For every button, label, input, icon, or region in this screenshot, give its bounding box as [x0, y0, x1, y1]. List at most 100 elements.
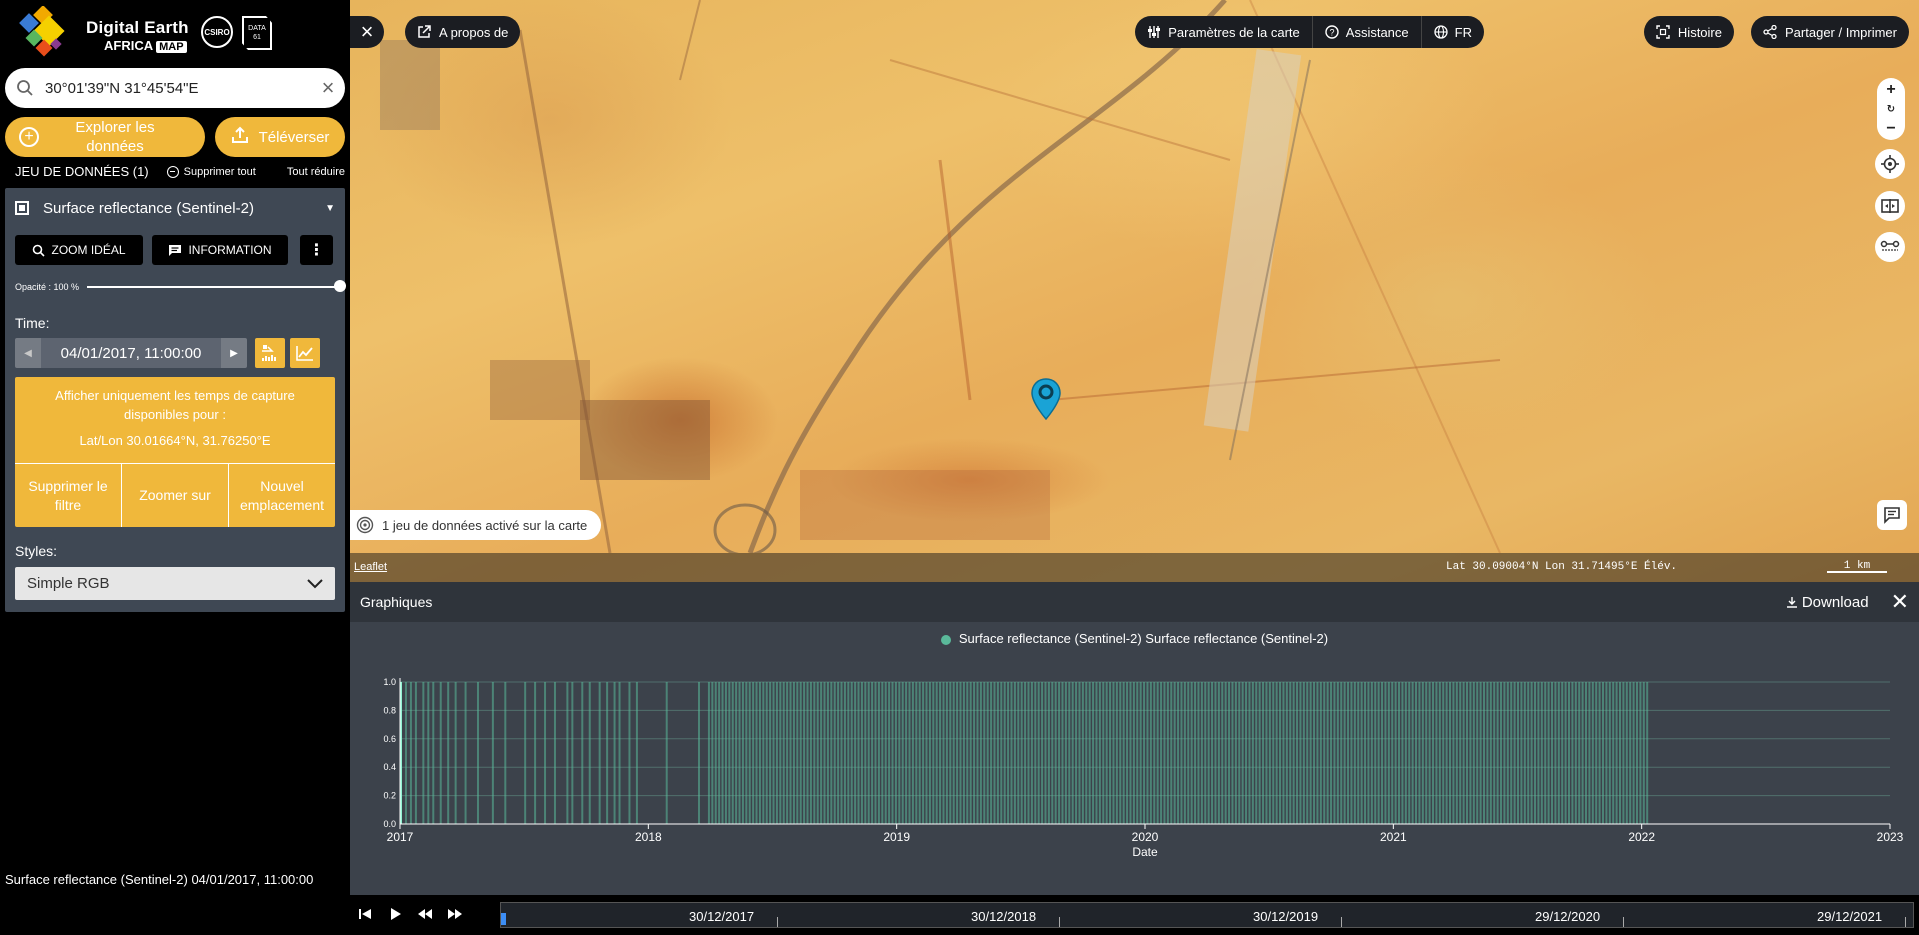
timeline-tick	[777, 917, 778, 927]
capture-bar	[1551, 682, 1554, 824]
sidebar: Digital Earth AFRICAMAP CSIRO DATA 61 × …	[0, 0, 350, 935]
language-button[interactable]: FR	[1422, 16, 1484, 48]
workbench-item-header[interactable]: Surface reflectance (Sentinel-2) ▼	[15, 196, 335, 220]
caret-down-icon[interactable]: ▼	[325, 203, 335, 214]
capture-bar	[1013, 682, 1016, 824]
capture-bar	[1408, 682, 1411, 824]
timeline-handle[interactable]	[501, 913, 506, 925]
time-value[interactable]: 04/01/2017, 11:00:00	[41, 338, 221, 368]
zoom-out-icon[interactable]: −	[1886, 120, 1895, 138]
map-settings-button[interactable]: Paramètres de la carte	[1135, 16, 1313, 48]
capture-bar	[1020, 682, 1023, 824]
download-icon	[1786, 597, 1797, 608]
help-button[interactable]: ? Assistance	[1313, 16, 1422, 48]
capture-bar	[1608, 682, 1611, 824]
story-button[interactable]: Histoire	[1643, 16, 1734, 48]
leaflet-attribution-link[interactable]: Leaflet	[354, 561, 387, 573]
capture-bar	[566, 682, 569, 824]
share-print-button[interactable]: Partager / Imprimer	[1751, 16, 1909, 48]
capture-bar	[782, 682, 785, 824]
capture-bar	[1187, 682, 1190, 824]
reset-view-icon[interactable]: ↻	[1887, 104, 1895, 115]
capture-bar	[1574, 682, 1577, 824]
capture-bar	[1544, 682, 1547, 824]
capture-bar	[908, 682, 911, 824]
capture-bar	[911, 682, 914, 824]
zoom-in-icon[interactable]: +	[1886, 81, 1895, 99]
zoom-to-button[interactable]: Zoomer sur	[122, 464, 229, 527]
capture-bar	[1581, 682, 1584, 824]
measure-tool-icon[interactable]	[1875, 232, 1905, 262]
capture-bar	[792, 682, 795, 824]
capture-bar	[447, 682, 450, 824]
active-datasets-badge[interactable]: 1 jeu de données activé sur la carte	[350, 510, 602, 540]
remove-filter-button[interactable]: Supprimer le filtre	[15, 464, 122, 527]
compare-split-icon[interactable]	[1875, 191, 1905, 221]
layer-visibility-checkbox[interactable]	[15, 201, 29, 215]
cursor-coordinates: Lat 30.09004°N Lon 31.71495°E Élév.	[1446, 561, 1678, 573]
location-pin-icon[interactable]	[1030, 377, 1062, 426]
capture-bar	[1557, 682, 1560, 824]
x-tick-label: 2022	[1628, 830, 1655, 844]
capture-bar	[979, 682, 982, 824]
close-map-icon[interactable]: ×	[350, 16, 384, 48]
more-options-icon[interactable]: ⋮	[300, 235, 333, 265]
download-button[interactable]: Download	[1786, 594, 1869, 611]
step-forward-icon[interactable]	[444, 903, 466, 925]
styles-select[interactable]: Simple RGB	[15, 567, 335, 600]
capture-bar	[1166, 682, 1169, 824]
logo-map-badge: MAP	[156, 41, 187, 53]
map-view[interactable]: × A propos de Paramètres de la carte ? A…	[350, 0, 1919, 582]
capture-bar	[932, 682, 935, 824]
capture-bar	[1588, 682, 1591, 824]
step-back-icon[interactable]	[414, 903, 436, 925]
timeline-track[interactable]: 30/12/2017 30/12/2018 30/12/2019 29/12/2…	[500, 902, 1914, 928]
feedback-icon[interactable]	[1877, 500, 1907, 530]
line-chart-icon[interactable]	[290, 338, 320, 368]
capture-bar	[1483, 682, 1486, 824]
x-tick-label: 2019	[883, 830, 910, 844]
capture-bar	[901, 682, 904, 824]
previous-time-button[interactable]: ◀	[15, 338, 41, 368]
opacity-slider[interactable]	[87, 280, 346, 292]
my-location-icon[interactable]	[1875, 149, 1905, 179]
capture-bar	[1095, 682, 1098, 824]
capture-bar	[1010, 682, 1013, 824]
x-tick-label: 2018	[635, 830, 662, 844]
opacity-slider-handle[interactable]	[334, 280, 346, 292]
datasets-count: JEU DE DONNÉES (1)	[15, 164, 149, 179]
capture-bar	[867, 682, 870, 824]
search-input[interactable]	[45, 79, 311, 97]
capture-bar	[1163, 682, 1166, 824]
time-filter-button[interactable]	[255, 338, 285, 368]
capture-bar	[544, 682, 547, 824]
next-time-button[interactable]: ▶	[221, 338, 247, 368]
play-icon[interactable]	[384, 903, 406, 925]
upload-button[interactable]: Téléverser	[215, 117, 345, 157]
minus-circle-icon	[166, 165, 179, 178]
y-tick-label: 0.8	[383, 705, 396, 715]
app: Digital Earth AFRICAMAP CSIRO DATA 61 × …	[0, 0, 1919, 935]
skip-back-icon[interactable]	[354, 903, 376, 925]
ideal-zoom-button[interactable]: ZOOM IDÉAL	[15, 235, 143, 265]
information-label: INFORMATION	[188, 243, 272, 257]
new-location-button[interactable]: Nouvel emplacement	[229, 464, 335, 527]
capture-bar	[973, 682, 976, 824]
logo[interactable]: Digital Earth AFRICA MAP CSIRO DATA 61	[14, 6, 274, 64]
collapse-all-button[interactable]: Tout réduire	[287, 166, 345, 178]
capture-bar	[1292, 682, 1295, 824]
capture-bar	[718, 682, 721, 824]
capture-bar	[1343, 682, 1346, 824]
information-button[interactable]: INFORMATION	[152, 235, 288, 265]
remove-all-button[interactable]: Supprimer tout	[166, 165, 256, 178]
capture-bar	[414, 682, 417, 824]
clear-search-icon[interactable]: ×	[311, 75, 345, 101]
capture-bar	[983, 682, 986, 824]
about-button[interactable]: A propos de	[405, 16, 521, 48]
capture-bar	[553, 682, 556, 824]
capture-bar	[1122, 682, 1125, 824]
close-charts-icon[interactable]: ✕	[1891, 589, 1909, 615]
capture-bar	[1340, 682, 1343, 824]
capture-bar	[1234, 682, 1237, 824]
explore-data-button[interactable]: + Explorer les données	[5, 117, 205, 157]
